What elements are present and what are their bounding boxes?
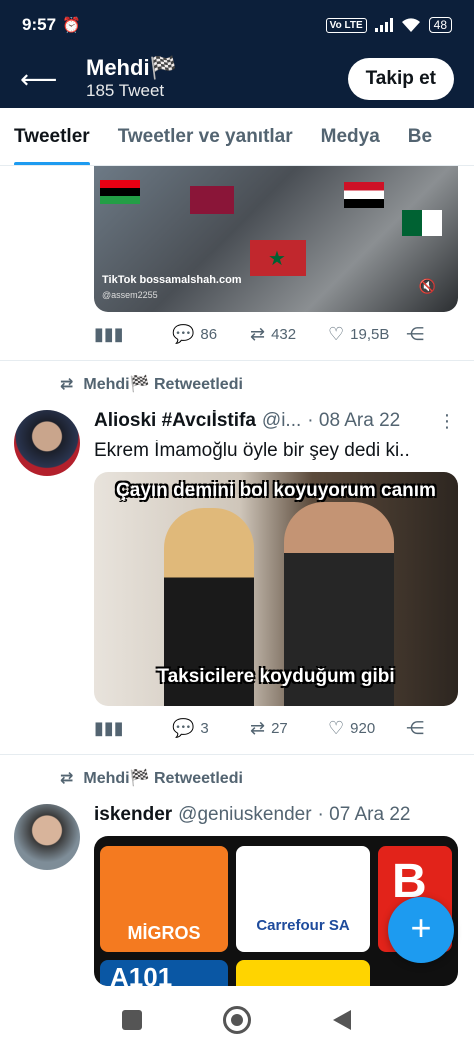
like-action[interactable]: ♡ 920 — [328, 718, 406, 739]
wifi-icon — [401, 18, 420, 32]
flag-algeria — [402, 210, 442, 236]
reply-action[interactable]: 💬 3 — [172, 718, 250, 739]
tweet-handle[interactable]: @geniuskender — [178, 804, 311, 826]
retweeter-label: Mehdi🏁 Retweetledi — [83, 770, 243, 787]
logo-migros: MİGROS — [100, 846, 228, 952]
reply-icon: 💬 — [172, 718, 195, 738]
tweet-feed[interactable]: ★ TikTok bossamalshah.com @assem2255 🔇 ▮… — [0, 166, 474, 986]
share-icon[interactable]: ⋲ — [406, 324, 424, 345]
back-button[interactable] — [328, 1006, 356, 1034]
reply-count: 86 — [200, 326, 218, 343]
retweet-icon: ⇄ — [250, 324, 266, 344]
retweet-context[interactable]: ⇄ Mehdi🏁 Retweetledi — [60, 768, 243, 788]
tab-tweets[interactable]: Tweetler — [0, 108, 104, 165]
video-handle: @assem2255 — [102, 290, 158, 300]
tab-likes[interactable]: Be — [394, 108, 446, 165]
tweet-text: Ekrem İmamoğlu öyle bir şey dedi ki.. — [94, 440, 410, 461]
like-action[interactable]: ♡ 19,5B — [328, 324, 406, 345]
tweet-author[interactable]: iskender — [94, 804, 172, 826]
tweet-date: · 08 Ara 22 — [307, 410, 401, 431]
logo-carrefour-text: Carrefour SA — [256, 917, 350, 934]
heart-icon: ♡ — [328, 718, 345, 738]
tweet-actions: ▮▮▮ 💬 3 ⇄ 27 ♡ 920 ⋲ — [94, 718, 424, 739]
follow-button[interactable]: Takip et — [347, 58, 454, 100]
flag-morocco: ★ — [250, 240, 306, 276]
battery-indicator: 48 — [428, 17, 452, 33]
arrow-left-icon[interactable]: ⟵ — [20, 64, 68, 95]
divider — [0, 754, 474, 755]
logo-carrefour: Carrefour SA — [236, 846, 370, 952]
avatar[interactable] — [14, 410, 80, 476]
like-count: 19,5B — [350, 326, 390, 343]
more-options-icon[interactable]: ⋮ — [430, 411, 456, 432]
tab-tweets-and-replies[interactable]: Tweetler ve yanıtlar — [104, 108, 307, 165]
profile-tabs: Tweetler Tweetler ve yanıtlar Medya Be — [0, 108, 474, 166]
tweet-handle[interactable]: @i... — [262, 410, 301, 432]
retweeter-label: Mehdi🏁 Retweetledi — [83, 376, 243, 393]
retweet-icon: ⇄ — [60, 770, 74, 787]
views-icon[interactable]: ▮▮▮ — [94, 324, 172, 345]
system-nav-bar — [0, 986, 474, 1053]
like-count: 920 — [350, 720, 376, 737]
share-icon[interactable]: ⋲ — [406, 718, 424, 739]
retweet-icon: ⇄ — [250, 718, 266, 738]
meme-caption-bottom: Taksicilere koyduğum gibi — [157, 666, 395, 687]
retweet-count: 432 — [271, 326, 297, 343]
retweet-context[interactable]: ⇄ Mehdi🏁 Retweetledi — [60, 374, 243, 394]
meme-caption-top: Çayın demini bol koyuyorum canım — [116, 480, 436, 501]
reply-count: 3 — [200, 720, 209, 737]
profile-title: Mehdi🏁 185 Tweet — [86, 56, 177, 102]
tab-media[interactable]: Medya — [307, 108, 394, 165]
reply-icon: 💬 — [172, 324, 195, 344]
retweet-action[interactable]: ⇄ 432 — [250, 324, 328, 345]
flag-libya — [100, 180, 140, 204]
divider — [0, 360, 474, 361]
tweet-video[interactable]: ★ TikTok bossamalshah.com @assem2255 🔇 — [94, 166, 458, 312]
retweet-count: 27 — [271, 720, 288, 737]
tweet-count: 185 Tweet — [86, 81, 165, 100]
tweet-date: · 07 Ara 22 — [317, 804, 411, 825]
reply-action[interactable]: 💬 86 — [172, 324, 250, 345]
avatar[interactable] — [14, 804, 80, 870]
home-button[interactable] — [222, 1005, 251, 1034]
alarm-icon: ⏰ — [62, 17, 81, 34]
flag-qatar — [190, 186, 234, 214]
logo-migros-text: MİGROS — [127, 923, 201, 943]
retweet-action[interactable]: ⇄ 27 — [250, 718, 328, 739]
logo-a101: A101 — [100, 960, 228, 986]
tweet-author[interactable]: Alioski #Avcıİstifa — [94, 410, 256, 432]
views-icon[interactable]: ▮▮▮ — [94, 718, 172, 739]
profile-name: Mehdi🏁 — [86, 55, 177, 80]
tweet-header: iskender @geniuskender · 07 Ara 22 — [94, 804, 456, 826]
volte-badge: Vo LTE — [325, 17, 367, 33]
tweet-image[interactable]: Çayın demini bol koyuyorum canım Taksici… — [94, 472, 458, 706]
retweet-icon: ⇄ — [60, 376, 74, 393]
flag-egypt — [344, 182, 384, 208]
tweet-header: Alioski #Avcıİstifa @i... · 08 Ara 22 ⋮ — [94, 410, 456, 432]
profile-header: ⟵ Mehdi🏁 185 Tweet Takip et — [0, 50, 474, 108]
logo-a101-text: A101 — [110, 962, 173, 986]
heart-icon: ♡ — [328, 324, 345, 344]
tweet-actions: ▮▮▮ 💬 86 ⇄ 432 ♡ 19,5B ⋲ — [94, 324, 424, 345]
compose-tweet-button[interactable]: + — [388, 897, 454, 963]
recents-button[interactable] — [118, 1006, 146, 1034]
status-bar: 9:57 ⏰ Vo LTE 48 — [0, 0, 474, 50]
clock: 9:57 — [22, 15, 57, 34]
video-watermark: TikTok bossamalshah.com — [102, 274, 242, 286]
logo-sok — [236, 960, 370, 986]
mute-icon[interactable]: 🔇 — [419, 278, 436, 295]
signal-icon — [374, 18, 393, 32]
